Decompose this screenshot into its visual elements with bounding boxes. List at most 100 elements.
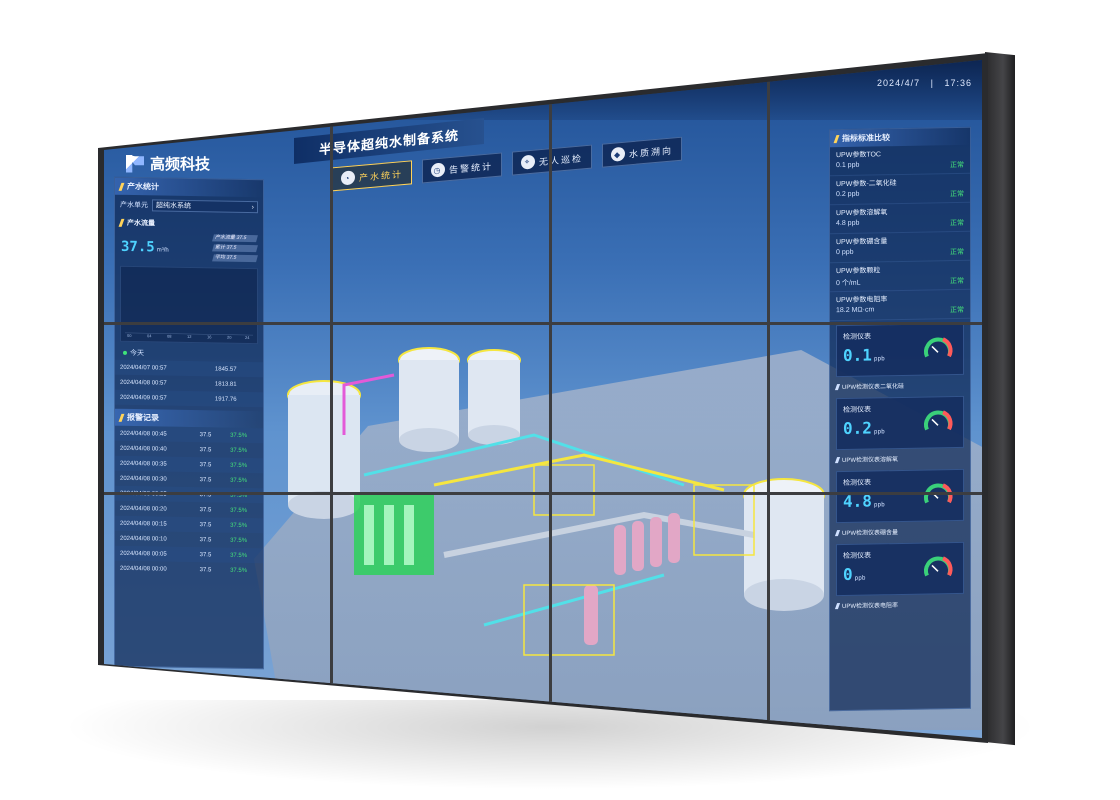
- company-name: 高频科技: [150, 156, 211, 173]
- pink-vessels: [584, 513, 680, 645]
- legend-label: 今天: [130, 349, 144, 358]
- gauge-caption: UPW检测仪表硼含量: [836, 523, 964, 540]
- tank-mid-2: [467, 349, 521, 445]
- comparison-label: UPW参数TOC: [836, 151, 881, 160]
- tab-inspection[interactable]: ⌖ 无人巡检: [512, 144, 593, 176]
- cell-time: 2024/04/08 00:10: [120, 535, 167, 543]
- status-badge: 正常: [950, 219, 964, 228]
- comparison-item: UPW参数电阻率 18.2 MΩ·cm 正常: [830, 289, 970, 322]
- gauge-card[interactable]: 检测仪表 4.8 ppb: [836, 468, 964, 524]
- tab-label: 无人巡检: [539, 152, 584, 167]
- gauge-card[interactable]: 检测仪表 0.2 ppb: [836, 395, 964, 451]
- chevron-right-icon: ›: [251, 203, 254, 211]
- location-icon: ⌖: [521, 154, 536, 170]
- tab-water-production[interactable]: ◔ 产水统计: [332, 160, 413, 192]
- flow-chart-svg: 00 04 08 12 16 20 24: [125, 332, 253, 340]
- panel-seam: [767, 60, 770, 738]
- cell-value: 37.5: [199, 506, 212, 513]
- flow-value: 37.5: [121, 238, 155, 255]
- cell-pct: 37.5%: [225, 457, 263, 474]
- records-table: 2024/04/08 00:45 37.5 37.5% 2024/04/08 00:…: [115, 425, 263, 579]
- comparison-label: UPW参数-二氧化硅: [836, 180, 897, 189]
- gauge-caption: UPW检测仪表电阻率: [836, 596, 964, 613]
- gauge-card[interactable]: 检测仪表 0.1 ppb: [836, 322, 964, 378]
- gauge-icon: [924, 337, 953, 358]
- comparison-item: UPW参数硼含量 0 ppb 正常: [830, 231, 970, 264]
- unit-select[interactable]: 超纯水系统 ›: [152, 199, 258, 214]
- cell-value: 1917.76: [209, 391, 263, 408]
- comparison-value: 0.2 ppb: [836, 190, 860, 199]
- gauge-icon: [924, 483, 953, 504]
- datetime: 2024/4/7 | 17:36: [877, 78, 972, 88]
- gauge-caption: UPW检测仪表二氧化硅: [836, 377, 964, 394]
- pie-chart-icon: ◔: [341, 170, 355, 186]
- tab-alarm-stats[interactable]: ◷ 告警统计: [422, 152, 503, 184]
- comparison-value: 18.2 MΩ·cm: [836, 306, 875, 315]
- flow-chart: 00 04 08 12 16 20 24: [120, 265, 258, 345]
- gauge-unit: ppb: [873, 501, 885, 509]
- cell-pct: 37.5%: [225, 427, 263, 444]
- status-badge: 正常: [950, 277, 964, 286]
- tab-water-trace[interactable]: ◆ 水质溯向: [602, 136, 683, 168]
- right-panel-indicators: 指标标准比较 UPW参数TOC 0.1 ppb 正常 UPW参数-二氧化硅 0.2…: [829, 126, 971, 712]
- comparison-item: UPW参数溶解氧 4.8 ppb 正常: [830, 202, 970, 235]
- tab-label: 告警统计: [449, 160, 494, 175]
- axis-tick: 04: [147, 333, 152, 338]
- cell-pct: 37.5%: [230, 477, 248, 484]
- cell-value: 37.5: [199, 476, 212, 483]
- axis-tick: 16: [207, 334, 212, 339]
- date-text: 2024/4/7: [877, 78, 921, 88]
- panel-seam: [104, 322, 982, 325]
- gauge-card[interactable]: 检测仪表 0 ppb: [836, 541, 964, 597]
- video-wall-screen: 2024/4/7 | 17:36 高频科技 半导体超纯水制备系统 ◔ 产水统计 …: [104, 60, 982, 738]
- cell-time: 2024/04/08 00:00: [120, 565, 167, 573]
- select-label: 产水单元: [120, 201, 148, 210]
- gauge-icon: [924, 410, 953, 431]
- left-panel-production: 产水统计 产水单元 超纯水系统 › 产水流量 37.5 m³/h 产水流量 37.…: [114, 176, 264, 670]
- status-badge: 正常: [950, 161, 964, 170]
- cell-time: 2024/04/09 00:57: [115, 389, 210, 407]
- axis-tick: 24: [245, 335, 250, 340]
- cell-value: 1813.81: [214, 380, 237, 388]
- cell-pct: 37.5%: [230, 507, 248, 514]
- gauge-caption: UPW检测仪表溶解氧: [836, 450, 964, 467]
- video-wall-side: [985, 52, 1015, 746]
- comparison-value: 0.1 ppb: [836, 161, 860, 170]
- panel-seam: [549, 60, 552, 738]
- tank-mid-1: [398, 347, 460, 452]
- cell-pct: 37.5%: [225, 517, 263, 534]
- mini-stat: 产水流量 37.5: [212, 234, 258, 243]
- cell-pct: 37.5%: [225, 547, 263, 564]
- mini-stat: 平均 37.5: [212, 254, 258, 263]
- cell-time: 2024/04/07 00:57: [115, 359, 210, 377]
- flow-unit: m³/h: [156, 246, 169, 254]
- cell-value: 37.5: [194, 517, 226, 533]
- time-text: 17:36: [944, 78, 972, 88]
- comparison-label: UPW参数电阻率: [836, 296, 888, 305]
- comparison-item: UPW参数颗粒 0 个/mL 正常: [830, 260, 970, 293]
- tank-right: [743, 478, 825, 611]
- tank-left: [287, 380, 361, 519]
- comparison-item: UPW参数TOC 0.1 ppb 正常: [830, 144, 970, 177]
- cell-value: 37.5: [194, 547, 226, 563]
- cell-value: 37.5: [199, 536, 212, 543]
- status-badge: 正常: [950, 248, 964, 257]
- cell-value: 37.5: [199, 446, 212, 453]
- cell-value: 1845.57: [209, 361, 263, 378]
- gauge-icon: [924, 556, 953, 577]
- panel-seam: [104, 492, 982, 495]
- cell-time: 2024/04/08 00:45: [115, 425, 195, 443]
- axis-tick: 12: [187, 334, 192, 339]
- comparison-label: UPW参数颗粒: [836, 267, 881, 276]
- cell-time: 2024/04/08 00:05: [115, 545, 195, 563]
- unit-select-row: 产水单元 超纯水系统 ›: [115, 195, 263, 218]
- comparison-label: UPW参数硼含量: [836, 238, 888, 247]
- comparison-label: UPW参数溶解氧: [836, 209, 888, 218]
- gauge-unit: ppb: [873, 428, 885, 436]
- gauge-unit: ppb: [873, 355, 885, 363]
- table-row: 2024/04/09 00:57 1917.76: [115, 389, 263, 408]
- mini-stat: 累计 37.5: [212, 244, 258, 253]
- totals-table: 2024/04/07 00:57 1845.57 2024/04/08 00:57…: [115, 359, 263, 408]
- flow-row: 37.5 m³/h 产水流量 37.5 累计 37.5 平均 37.5: [115, 231, 263, 265]
- cell-value: 37.5: [199, 566, 212, 573]
